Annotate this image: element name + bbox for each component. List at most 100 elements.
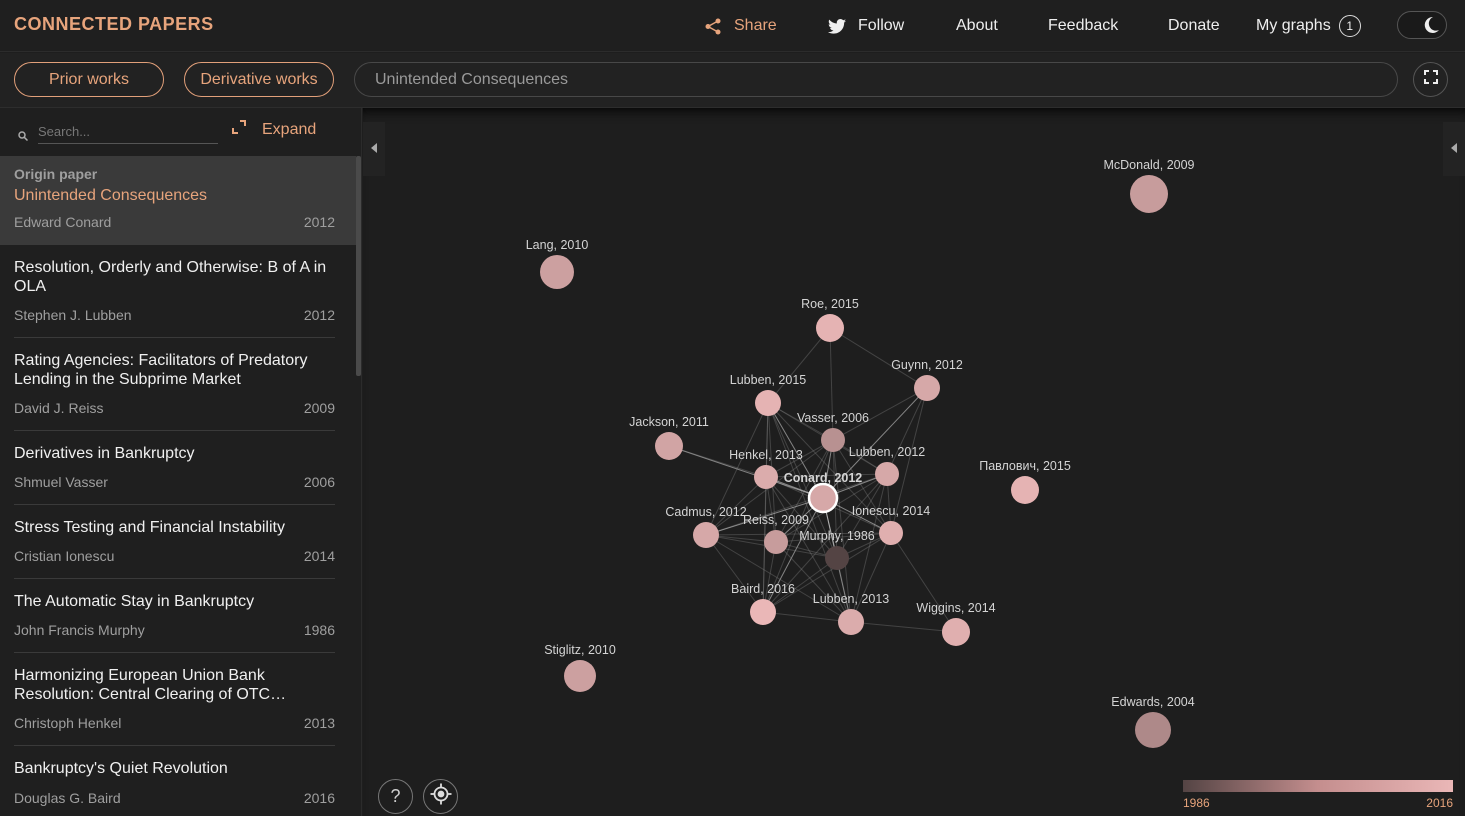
paper-list-item[interactable]: Stress Testing and Financial Instability… — [14, 518, 335, 579]
paper-title: Derivatives in Bankruptcy — [14, 445, 195, 462]
dark-mode-toggle[interactable] — [1397, 11, 1447, 39]
origin-paper-year: 2012 — [303, 214, 335, 230]
citation-graph[interactable]: McDonald, 2009 Lang, 2010 Roe, 2015 Guynn, … — [363, 108, 1465, 816]
graph-node-circle — [1135, 712, 1171, 748]
graph-node[interactable]: Guynn, 2012 — [891, 358, 963, 401]
graph-node[interactable]: Lubben, 2013 — [813, 592, 890, 635]
graph-edge — [767, 327, 831, 404]
graph-node-label: Roe, 2015 — [801, 297, 859, 311]
paper-list-sidebar: Expand Origin paper Unintended Consequen… — [0, 108, 362, 816]
paper-year: 2013 — [303, 715, 335, 731]
legend-max-year: 2016 — [1426, 796, 1453, 810]
paper-title: Harmonizing European Union Bank Resoluti… — [14, 667, 271, 703]
paper-title: Stress Testing and Financial Instability — [14, 519, 285, 536]
graph-edge — [886, 387, 928, 475]
graph-node[interactable]: Stiglitz, 2010 — [544, 643, 616, 692]
graph-node-label: McDonald, 2009 — [1103, 158, 1194, 172]
graph-node[interactable]: Lubben, 2015 — [730, 373, 807, 416]
paper-list-item[interactable]: Rating Agencies: Facilitators of Predato… — [14, 351, 335, 431]
paper-list-item[interactable]: Bankruptcy's Quiet Revolution Douglas G.… — [14, 759, 335, 816]
graph-node-circle — [1130, 175, 1168, 213]
graph-node-label: Guynn, 2012 — [891, 358, 963, 372]
legend-min-year: 1986 — [1183, 796, 1210, 810]
paper-list-item[interactable]: The Automatic Stay in Bankruptcy John Fr… — [14, 592, 335, 653]
fullscreen-button[interactable] — [1413, 62, 1448, 97]
expand-button[interactable]: Expand — [232, 120, 316, 139]
graph-node-circle — [750, 599, 776, 625]
fullscreen-icon — [1423, 70, 1438, 89]
graph-toolbar: Prior works Derivative works Unintended … — [0, 53, 1465, 108]
graph-title-field[interactable]: Unintended Consequences — [354, 62, 1398, 97]
graph-edge — [850, 621, 957, 633]
derivative-works-button[interactable]: Derivative works — [184, 62, 334, 97]
graph-node[interactable]: McDonald, 2009 — [1103, 158, 1195, 213]
graph-node-label: Conard, 2012 — [784, 471, 863, 485]
graph-node-circle — [1011, 476, 1039, 504]
paper-author: Christoph Henkel — [14, 715, 122, 731]
origin-paper-label: Origin paper — [14, 166, 98, 182]
graph-node-label: Ionescu, 2014 — [852, 504, 931, 518]
graph-node[interactable]: Jackson, 2011 — [629, 415, 709, 460]
share-button[interactable]: Share — [705, 0, 777, 52]
origin-paper-item[interactable]: Origin paper Unintended Consequences Edw… — [0, 156, 356, 245]
graph-node-label: Lubben, 2013 — [813, 592, 890, 606]
graph-node[interactable]: Wiggins, 2014 — [916, 601, 996, 646]
graph-node-circle — [942, 618, 970, 646]
graph-node-circle — [655, 432, 683, 460]
follow-label: Follow — [858, 17, 905, 34]
graph-node-label: Lubben, 2012 — [849, 445, 926, 459]
help-button[interactable]: ? — [378, 779, 413, 814]
graph-node[interactable]: Edwards, 2004 — [1111, 695, 1195, 748]
logo[interactable]: CONNECTED PAPERS — [14, 14, 214, 35]
graph-node-circle — [540, 255, 574, 289]
paper-year: 2016 — [303, 790, 335, 806]
top-bar: CONNECTED PAPERS Share Follow About Feed… — [0, 0, 1465, 52]
paper-author: David J. Reiss — [14, 400, 104, 416]
graph-node-label: Vasser, 2006 — [797, 411, 869, 425]
graph-node-label: Reiss, 2009 — [743, 513, 809, 527]
graph-node[interactable]: Roe, 2015 — [801, 297, 859, 342]
paper-title: The Automatic Stay in Bankruptcy — [14, 593, 255, 610]
recenter-button[interactable] — [423, 779, 458, 814]
paper-title: Rating Agencies: Facilitators of Predato… — [14, 352, 308, 388]
moon-icon — [1422, 16, 1440, 34]
share-icon — [705, 18, 722, 35]
about-link[interactable]: About — [956, 0, 998, 52]
expand-icon — [232, 120, 246, 139]
graph-node-label: Lubben, 2015 — [730, 373, 807, 387]
paper-year: 2012 — [303, 307, 335, 323]
graph-node-label: Wiggins, 2014 — [916, 601, 995, 615]
paper-list-item[interactable]: Resolution, Orderly and Otherwise: B of … — [14, 258, 335, 338]
sidebar-search-row: Expand — [0, 108, 356, 156]
feedback-link[interactable]: Feedback — [1048, 0, 1118, 52]
graph-node-label: Jackson, 2011 — [629, 415, 709, 429]
graph-node[interactable]: Lang, 2010 — [526, 238, 589, 289]
follow-button[interactable]: Follow — [828, 0, 904, 52]
paper-title: Resolution, Orderly and Otherwise: B of … — [14, 259, 327, 295]
paper-year: 1986 — [303, 622, 335, 638]
graph-node-circle — [754, 465, 778, 489]
paper-list-item[interactable]: Derivatives in Bankruptcy Shmuel Vasser 2… — [14, 444, 335, 505]
graph-node-label: Stiglitz, 2010 — [544, 643, 616, 657]
search-input[interactable] — [38, 120, 218, 144]
graph-node[interactable]: Baird, 2016 — [731, 582, 795, 625]
twitter-icon — [828, 18, 846, 34]
graph-node-circle — [764, 530, 788, 554]
prior-works-button[interactable]: Prior works — [14, 62, 164, 97]
sidebar-scrollbar[interactable] — [356, 156, 361, 376]
my-graphs-button[interactable]: My graphs 1 — [1256, 0, 1361, 52]
paper-year: 2009 — [303, 400, 335, 416]
paper-title: Bankruptcy's Quiet Revolution — [14, 760, 228, 777]
paper-list-item[interactable]: Harmonizing European Union Bank Resoluti… — [14, 666, 335, 746]
graph-canvas[interactable]: McDonald, 2009 Lang, 2010 Roe, 2015 Guynn, … — [363, 108, 1465, 816]
donate-link[interactable]: Donate — [1168, 0, 1220, 52]
graph-node-circle — [879, 521, 903, 545]
graph-node[interactable]: Павлович, 2015 — [979, 459, 1071, 504]
legend-gradient — [1183, 780, 1453, 792]
graph-node-circle — [755, 390, 781, 416]
graph-node-circle — [875, 462, 899, 486]
help-icon: ? — [390, 786, 401, 806]
graph-node[interactable]: Conard, 2012 — [784, 471, 863, 514]
graph-node-circle — [693, 522, 719, 548]
paper-author: Douglas G. Baird — [14, 790, 121, 806]
